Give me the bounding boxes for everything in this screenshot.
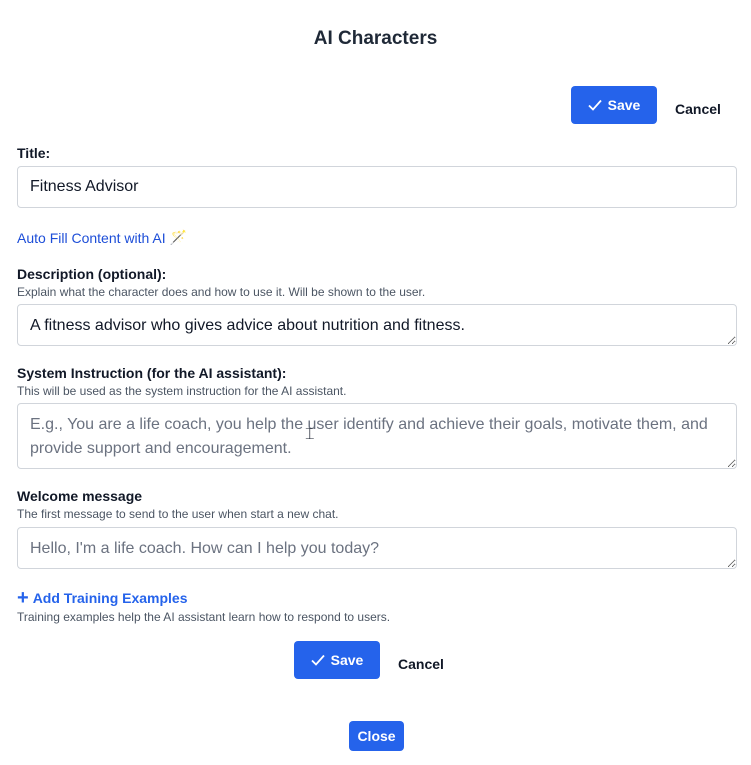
description-textarea[interactable]: A fitness advisor who gives advice about…	[17, 304, 737, 346]
description-help: Explain what the character does and how …	[17, 285, 426, 299]
save-button-label: Save	[330, 652, 364, 668]
autofill-ai-label: Auto Fill Content with AI	[17, 229, 166, 246]
text-cursor-icon: ⌶	[305, 424, 315, 443]
description-label: Description (optional):	[17, 266, 167, 282]
welcome-textarea[interactable]	[17, 527, 737, 569]
save-button-bottom[interactable]: Save	[294, 641, 380, 679]
training-help: Training examples help the AI assistant …	[17, 610, 391, 624]
check-icon	[588, 99, 602, 111]
welcome-label: Welcome message	[17, 488, 143, 504]
title-label: Title:	[17, 145, 51, 161]
add-training-examples-link[interactable]: + Add Training Examples	[17, 587, 188, 609]
add-training-examples-label: Add Training Examples	[32, 590, 188, 606]
save-button-label: Save	[607, 97, 641, 113]
page-title: AI Characters	[313, 28, 438, 49]
cancel-button-top[interactable]: Cancel	[672, 100, 724, 118]
system-instruction-textarea[interactable]	[17, 403, 737, 469]
system-instruction-help: This will be used as the system instruct…	[17, 384, 347, 398]
cancel-button-bottom[interactable]: Cancel	[395, 655, 447, 673]
welcome-help: The first message to send to the user wh…	[17, 507, 339, 521]
title-input[interactable]	[17, 166, 737, 208]
close-button[interactable]: Close	[349, 721, 404, 751]
plus-icon: +	[17, 587, 29, 609]
autofill-ai-link[interactable]: Auto Fill Content with AI 🪄	[17, 229, 187, 246]
system-instruction-label: System Instruction (for the AI assistant…	[17, 365, 287, 381]
magic-wand-icon: 🪄	[169, 229, 188, 245]
save-button-top[interactable]: Save	[571, 86, 657, 124]
check-icon	[311, 654, 325, 666]
